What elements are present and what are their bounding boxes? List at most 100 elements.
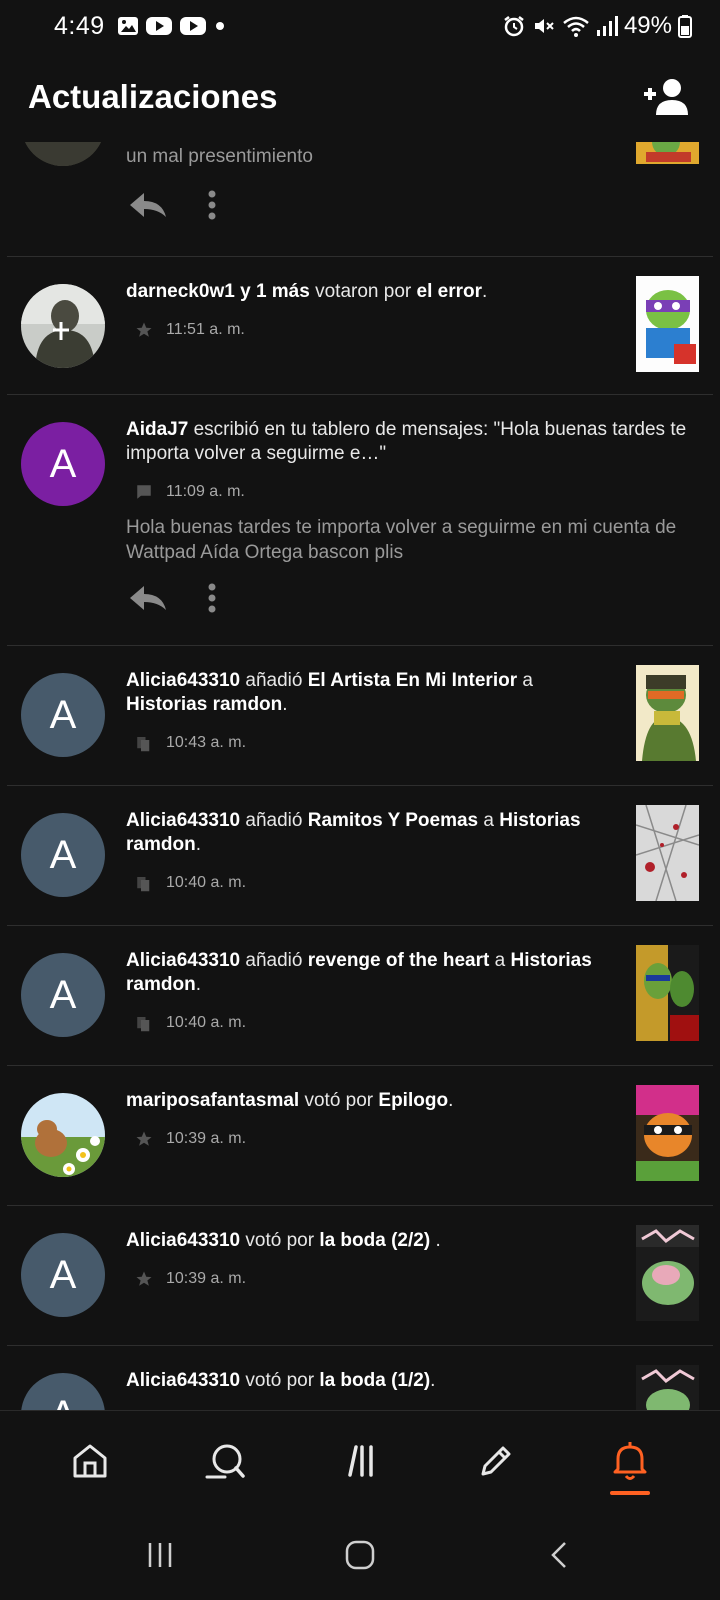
list-item[interactable]: un mal presentimiento (7, 142, 713, 257)
username-link[interactable]: Alicia643310 (126, 950, 240, 971)
story-link[interactable]: revenge of the heart (308, 950, 490, 971)
story-link[interactable]: la boda (1/2) (319, 1370, 430, 1391)
reply-button[interactable] (126, 189, 170, 221)
notification-text: AidaJ7 escribió en tu tablero de mensaje… (126, 418, 696, 466)
user-photo (21, 284, 105, 368)
reply-icon (130, 193, 166, 217)
story-cover[interactable] (636, 1085, 699, 1181)
story-cover[interactable] (636, 1365, 699, 1410)
story-cover-image (636, 945, 699, 1041)
updates-feed[interactable]: un mal presentimiento darneck0w1 y 1 más… (0, 142, 720, 1410)
user-photo (21, 142, 105, 166)
avatar-letter: A (49, 972, 77, 1017)
suffix-text: . (430, 1370, 436, 1391)
notification-text: Alicia643310 votó por la boda (1/2). (126, 1369, 596, 1393)
item-meta: 11:51 a. m. (134, 320, 245, 340)
avatar-letter: A (50, 1393, 77, 1411)
nav-library-button[interactable] (320, 1421, 400, 1501)
notifications-icon (613, 1441, 647, 1480)
home-circle-icon (345, 1540, 375, 1570)
star-icon (134, 320, 154, 340)
list-item[interactable]: A Alicia643310 votó por la boda (2/2) . … (7, 1206, 713, 1346)
story-cover[interactable] (636, 1225, 699, 1321)
reading-list-link[interactable]: Historias ramdon (126, 694, 282, 715)
nav-notifications-button[interactable] (590, 1421, 670, 1501)
back-button[interactable] (520, 1520, 600, 1590)
story-cover-image (636, 1085, 699, 1181)
user-photo (21, 1093, 105, 1177)
more-options-button[interactable] (206, 582, 218, 614)
star-icon (134, 1269, 154, 1289)
suffix-text: . (481, 281, 488, 302)
username-link[interactable]: AidaJ7 (126, 419, 188, 440)
story-link[interactable]: el error (417, 281, 482, 302)
avatar (21, 142, 105, 166)
item-meta: 10:39 a. m. (134, 1129, 246, 1149)
list-item[interactable]: mariposafantasmal votó por Epilogo. 10:3… (7, 1066, 713, 1206)
action-text: añadió (245, 950, 303, 971)
mute-icon (534, 19, 554, 33)
action-text: votó por (245, 1370, 315, 1391)
story-cover[interactable] (636, 665, 699, 761)
story-cover[interactable] (636, 142, 699, 164)
timestamp: 11:51 a. m. (166, 321, 245, 338)
library-icon (134, 1013, 154, 1033)
story-cover-image (636, 665, 699, 761)
nav-search-button[interactable] (185, 1421, 265, 1501)
username-link[interactable]: Alicia643310 (126, 1230, 240, 1251)
notification-text: Alicia643310 añadió revenge of the heart… (126, 949, 596, 997)
action-text: votaron por (315, 281, 412, 302)
story-cover-image (636, 276, 699, 372)
suffix-text: . (195, 834, 201, 855)
reply-button[interactable] (126, 582, 170, 614)
suffix-text: . (448, 1090, 454, 1111)
timestamp: 10:40 a. m. (166, 874, 247, 891)
more-options-button[interactable] (206, 189, 218, 221)
username-link[interactable]: darneck0w1 (126, 281, 235, 302)
others-count[interactable]: 1 más (256, 281, 310, 302)
star-icon (134, 1129, 154, 1149)
nav-write-button[interactable] (455, 1421, 535, 1501)
list-item[interactable]: A Alicia643310 añadió revenge of the hea… (7, 926, 713, 1066)
add-friend-button[interactable] (640, 71, 692, 123)
home-system-button[interactable] (320, 1520, 400, 1590)
status-time: 4:49 (54, 11, 105, 40)
suffix-text: . (282, 694, 288, 715)
nav-home-button[interactable] (50, 1421, 130, 1501)
username-link[interactable]: Alicia643310 (126, 810, 240, 831)
story-link[interactable]: Epilogo (378, 1090, 448, 1111)
more-notifications-dot-icon (215, 22, 224, 30)
list-item[interactable]: A Alicia643310 votó por la boda (1/2). (7, 1346, 713, 1410)
item-meta: 10:39 a. m. (134, 1269, 246, 1289)
library-icon (134, 873, 154, 893)
avatar: A (21, 1233, 105, 1317)
username-link[interactable]: Alicia643310 (126, 670, 240, 691)
connector-text: a (483, 810, 494, 831)
more-vert-icon (208, 190, 216, 220)
story-link[interactable]: El Artista En Mi Interior (308, 670, 517, 691)
timestamp: 10:39 a. m. (166, 1270, 247, 1287)
avatar: A (21, 422, 105, 506)
list-item[interactable]: A Alicia643310 añadió Ramitos Y Poemas a… (7, 786, 713, 926)
story-link[interactable]: la boda (2/2) (319, 1230, 430, 1251)
story-cover[interactable] (636, 805, 699, 901)
story-link[interactable]: Ramitos Y Poemas (308, 810, 478, 831)
notification-text: mariposafantasmal votó por Epilogo. (126, 1089, 596, 1113)
list-item[interactable]: darneck0w1 y 1 más votaron por el error.… (7, 257, 713, 395)
status-bar: 4:49 49% (0, 0, 720, 52)
username-link[interactable]: Alicia643310 (126, 1370, 240, 1391)
list-item[interactable]: A AidaJ7 escribió en tu tablero de mensa… (7, 395, 713, 646)
notification-text: Alicia643310 añadió Ramitos Y Poemas a H… (126, 809, 596, 857)
recent-apps-button[interactable] (120, 1520, 200, 1590)
story-cover[interactable] (636, 276, 699, 372)
username-link[interactable]: mariposafantasmal (126, 1090, 299, 1111)
item-actions (126, 582, 218, 614)
story-cover-image (636, 1365, 699, 1410)
story-cover[interactable] (636, 945, 699, 1041)
search-icon (205, 1444, 245, 1478)
message-preview: Hola buenas tardes te importa volver a s… (126, 517, 677, 563)
timestamp: 10:40 a. m. (166, 1014, 247, 1031)
list-item[interactable]: A Alicia643310 añadió El Artista En Mi I… (7, 646, 713, 786)
story-cover-image (636, 142, 699, 164)
signal-icon (596, 16, 618, 36)
